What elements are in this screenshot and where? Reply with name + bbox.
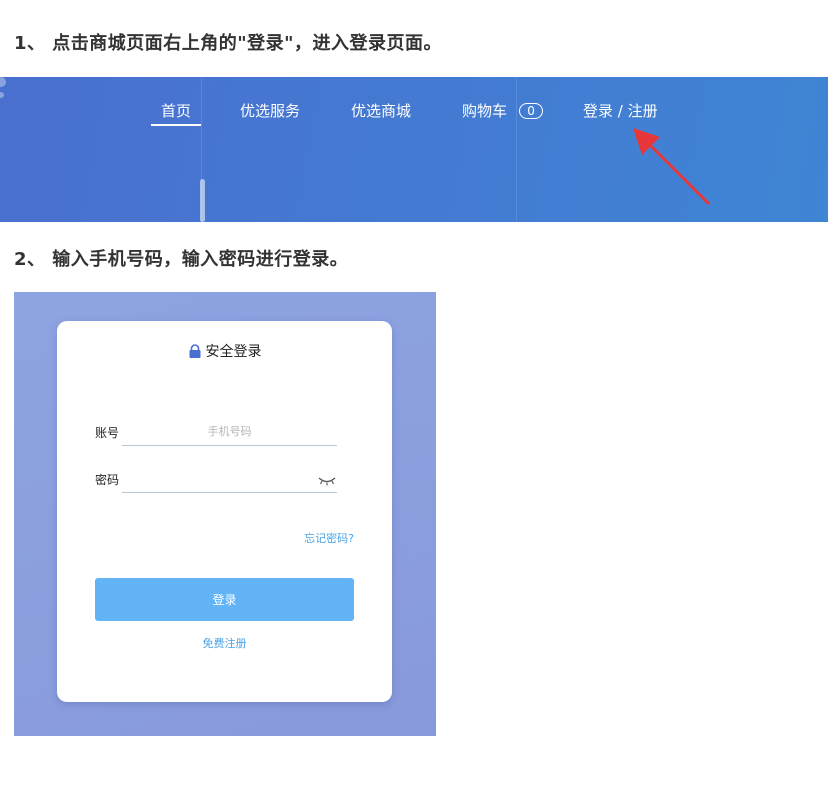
login-title: 安全登录 xyxy=(57,341,392,361)
red-arrow-icon xyxy=(633,128,710,205)
nav-item-home-label: 首页 xyxy=(161,102,192,120)
account-label: 账号 xyxy=(95,426,120,440)
eye-closed-icon[interactable] xyxy=(317,476,337,486)
register-link[interactable]: 免费注册 xyxy=(57,635,392,651)
login-button[interactable]: 登录 xyxy=(95,578,354,621)
nav-item-home[interactable]: 首页 xyxy=(151,100,202,126)
forgot-password-link[interactable]: 忘记密码? xyxy=(304,530,354,546)
phone-input[interactable] xyxy=(122,420,337,442)
lock-icon xyxy=(189,344,200,358)
decorative-bubble xyxy=(0,77,6,87)
nav-item-login-register-label: 登录 / 注册 xyxy=(583,102,658,120)
nav-item-services[interactable]: 优选服务 xyxy=(240,100,300,121)
password-label: 密码 xyxy=(95,473,120,487)
phone-input-underline xyxy=(122,445,337,446)
password-input-underline xyxy=(122,492,337,493)
login-title-text: 安全登录 xyxy=(205,344,262,360)
decorative-bubble xyxy=(0,92,4,98)
step-2-instruction: 2、 输入手机号码，输入密码进行登录。 xyxy=(14,249,349,270)
nav-item-mall[interactable]: 优选商城 xyxy=(351,100,411,121)
nav-active-underline xyxy=(151,124,202,126)
nav-item-cart-label: 购物车 xyxy=(462,102,508,120)
password-input[interactable] xyxy=(122,467,337,489)
scroll-indicator xyxy=(200,179,205,222)
login-card: 安全登录 账号 密码 忘记密码? 登录 免费注册 xyxy=(57,321,392,702)
nav-item-mall-label: 优选商城 xyxy=(351,102,412,120)
nav-item-cart[interactable]: 购物车 0 xyxy=(462,100,544,121)
nav-item-services-label: 优选服务 xyxy=(240,102,301,120)
nav-item-login-register[interactable]: 登录 / 注册 xyxy=(583,100,658,121)
banner-divider xyxy=(516,77,517,222)
cart-count-badge: 0 xyxy=(519,103,544,119)
login-screenshot: 安全登录 账号 密码 忘记密码? 登录 免费注册 xyxy=(14,292,436,736)
step-1-instruction: 1、 点击商城页面右上角的"登录"，进入登录页面。 xyxy=(14,33,443,54)
